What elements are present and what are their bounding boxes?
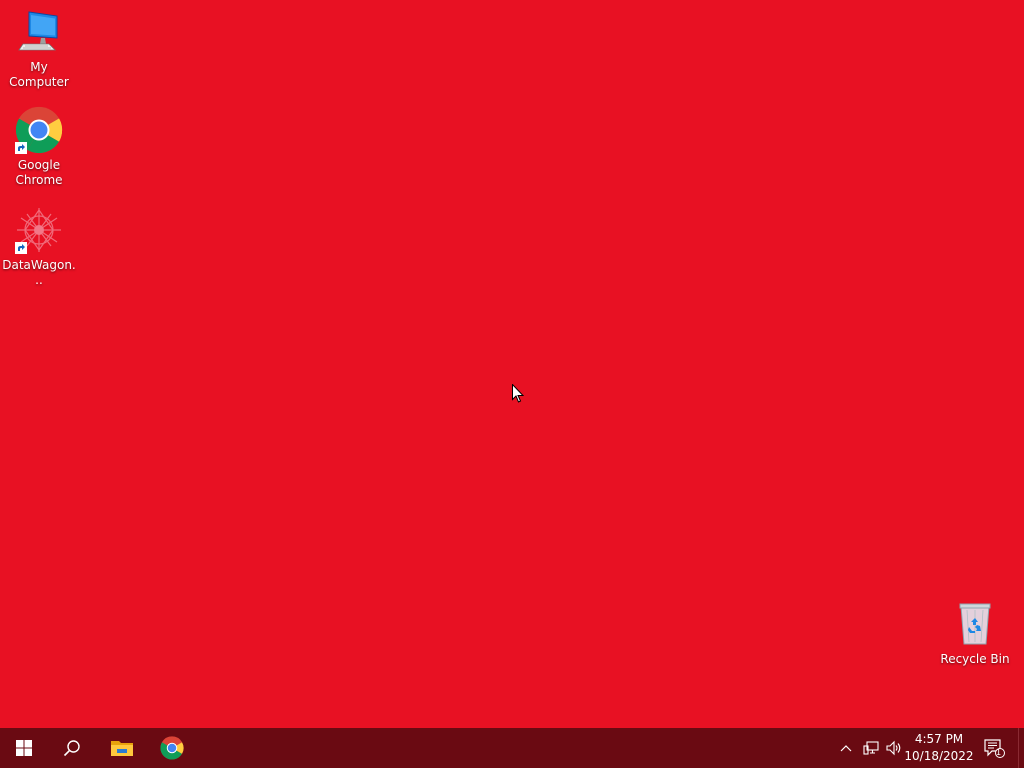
network-icon [863,741,879,755]
search-icon [63,740,80,757]
desktop-icon-my-computer[interactable]: My Computer [1,8,77,90]
desktop-icon-label: My Computer [9,60,69,89]
start-button[interactable] [0,728,48,768]
show-hidden-icons-button[interactable] [836,728,856,768]
desktop-icon-label: DataWagon... [2,258,76,287]
shortcut-arrow-icon [15,242,27,254]
clock-time: 4:57 PM [914,732,964,746]
chrome-taskbar-button[interactable] [148,728,196,768]
action-center-button[interactable]: 1 [980,728,1008,768]
chrome-icon [15,106,63,154]
folder-icon [111,741,133,756]
taskbar: 4:57 PM 10/18/2022 1 [0,728,1024,768]
computer-monitor-icon [15,8,63,56]
shortcut-arrow-icon [15,142,27,154]
volume-button[interactable] [884,728,904,768]
desktop[interactable]: My Computer Google Chrome DataWagon... R… [0,0,1024,728]
desktop-icon-label: Google Chrome [15,158,63,187]
datawagon-icon [15,206,63,254]
volume-icon [886,740,901,756]
desktop-icon-recycle-bin[interactable]: Recycle Bin [937,600,1013,667]
file-explorer-button[interactable] [98,728,146,768]
recycle-bin-icon [951,600,999,648]
network-button[interactable] [860,728,882,768]
desktop-icon-datawagon[interactable]: DataWagon... [1,206,77,288]
show-desktop-button[interactable] [1018,728,1024,768]
chrome-icon [160,736,184,760]
search-button[interactable] [48,728,96,768]
chevron-up-icon [840,745,852,752]
mouse-cursor-icon [512,383,525,407]
clock-date: 10/18/2022 [904,749,974,763]
notification-count-badge: 1 [995,748,1002,757]
desktop-icon-google-chrome[interactable]: Google Chrome [1,106,77,188]
windows-logo-icon [16,740,32,756]
clock[interactable]: 4:57 PM 10/18/2022 [904,730,974,766]
desktop-icon-label: Recycle Bin [940,652,1010,666]
